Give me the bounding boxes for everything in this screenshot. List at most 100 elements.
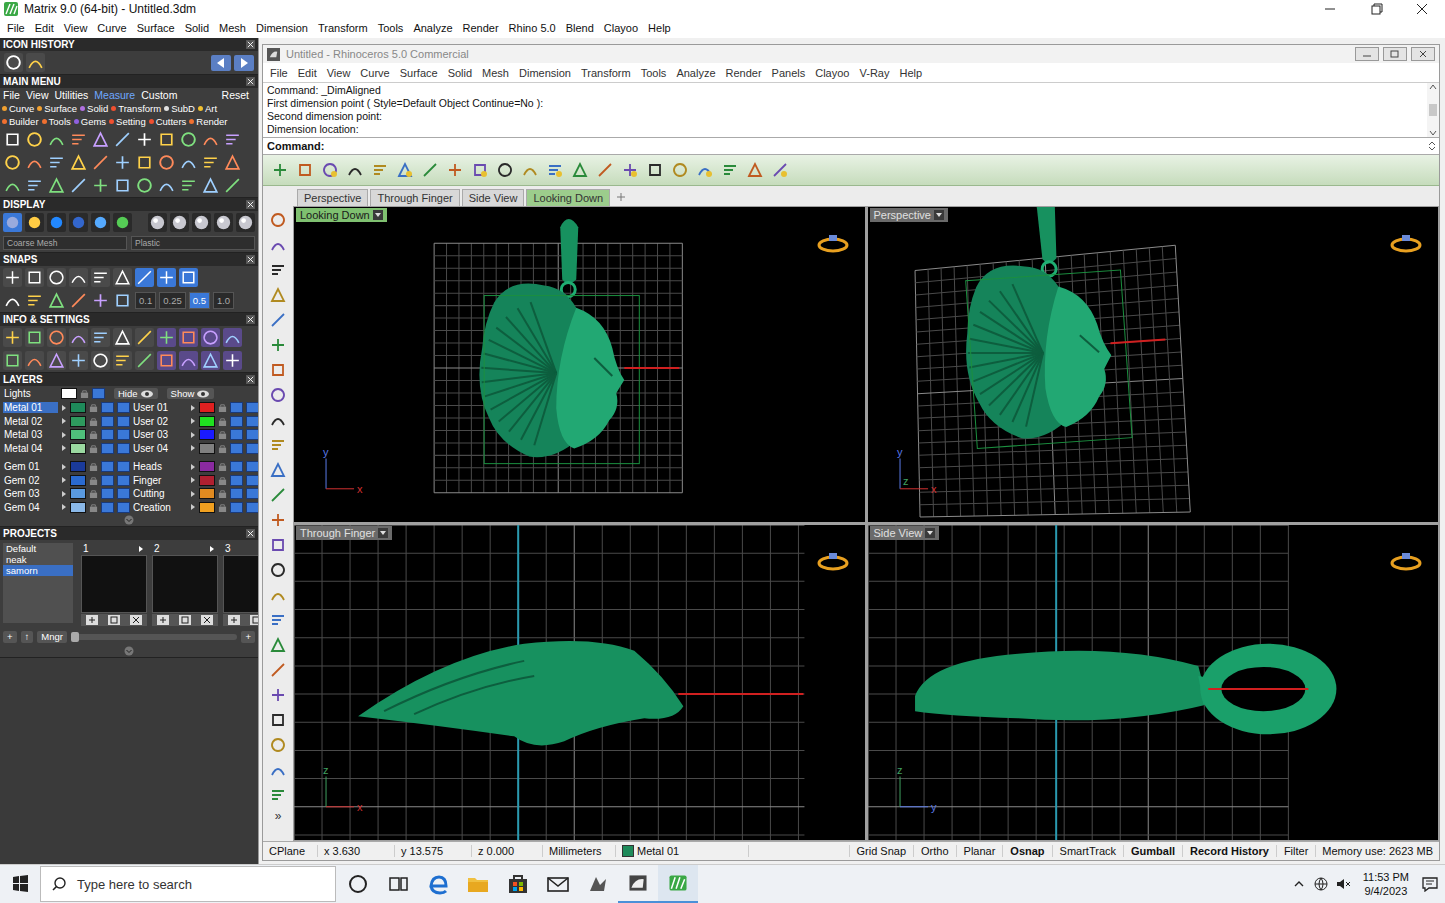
layer-color[interactable] <box>70 502 86 513</box>
layer-name[interactable]: User 02 <box>132 416 187 427</box>
viewport-tab[interactable]: Perspective <box>297 189 368 206</box>
viewport-canvas[interactable]: yx <box>294 207 865 522</box>
snap-icon[interactable] <box>113 268 132 287</box>
project-thumbnail[interactable]: 2 <box>152 543 218 626</box>
layer-color[interactable] <box>70 461 86 472</box>
tool-icon[interactable] <box>157 153 176 172</box>
snap-icon[interactable] <box>179 268 198 287</box>
lock-toggle[interactable] <box>246 443 259 454</box>
toolbar-icon[interactable] <box>267 634 289 656</box>
view-ring-icon[interactable] <box>815 229 851 257</box>
tool-icon[interactable] <box>201 176 220 195</box>
settings-icon[interactable] <box>179 328 198 347</box>
settings-icon[interactable] <box>69 351 88 370</box>
layer-name[interactable]: User 03 <box>132 429 187 440</box>
snap-option-icon[interactable] <box>113 291 132 310</box>
visibility-toggle[interactable] <box>230 502 243 513</box>
snap-step[interactable]: 0.5 <box>189 292 210 309</box>
expand-icon[interactable] <box>190 444 196 452</box>
visibility-toggle[interactable] <box>230 429 243 440</box>
snap-icon[interactable] <box>69 268 88 287</box>
snap-icon[interactable] <box>25 268 44 287</box>
category-item[interactable]: Solid <box>80 103 108 114</box>
visibility-toggle[interactable] <box>101 502 114 513</box>
tool-icon[interactable] <box>47 130 66 149</box>
snap-icon[interactable] <box>135 268 154 287</box>
toolbar-icon[interactable] <box>444 159 466 181</box>
pendant-model[interactable] <box>955 207 1171 449</box>
snap-icon[interactable] <box>47 268 66 287</box>
viewport-label[interactable]: Looking Down <box>296 208 387 222</box>
main-menu-tab[interactable]: Utilities <box>55 89 89 101</box>
toolbar-icon[interactable] <box>267 609 289 631</box>
toolbar-icon[interactable] <box>669 159 691 181</box>
project-item[interactable]: neak <box>3 554 73 565</box>
snap-option-icon[interactable] <box>25 291 44 310</box>
hide-button[interactable]: Hide <box>114 388 158 399</box>
lock-toggle[interactable] <box>117 502 130 513</box>
lock-icon[interactable] <box>89 462 98 471</box>
expand-icon[interactable] <box>61 431 67 439</box>
lock-icon[interactable] <box>218 403 227 412</box>
lock-toggle[interactable] <box>117 402 130 413</box>
lock-toggle[interactable] <box>246 461 259 472</box>
lock-icon[interactable] <box>89 503 98 512</box>
visibility-toggle[interactable] <box>101 443 114 454</box>
add-tab-icon[interactable] <box>614 191 628 203</box>
expand-icon[interactable] <box>61 404 67 412</box>
tool-icon[interactable] <box>3 153 22 172</box>
menu-item[interactable]: Curve <box>355 67 394 79</box>
volume-muted-icon[interactable] <box>1335 876 1351 892</box>
tool-icon[interactable] <box>223 130 242 149</box>
category-item[interactable]: Cutters <box>149 116 187 127</box>
expand-icon[interactable] <box>190 463 196 471</box>
menu-item[interactable]: Surface <box>395 67 443 79</box>
windows-start-icon[interactable] <box>0 865 40 903</box>
menu-item[interactable]: View <box>59 22 93 34</box>
lock-toggle[interactable] <box>117 416 130 427</box>
status-toggle[interactable]: Gumball <box>1123 845 1182 857</box>
add-icon[interactable] <box>157 615 169 625</box>
layer-color[interactable] <box>70 416 86 427</box>
close-icon[interactable] <box>246 529 255 538</box>
tool-icon[interactable] <box>135 153 154 172</box>
menu-item[interactable]: Blend <box>561 22 599 34</box>
toolbar-icon[interactable] <box>267 259 289 281</box>
toolbar-icon[interactable] <box>644 159 666 181</box>
layer-color[interactable] <box>199 488 215 499</box>
tool-icon[interactable] <box>25 153 44 172</box>
close-icon[interactable] <box>1399 0 1445 18</box>
visibility-toggle[interactable] <box>101 402 114 413</box>
project-item[interactable]: Default <box>3 543 73 554</box>
command-line[interactable]: Command: <box>263 137 1439 155</box>
category-item[interactable]: Curve <box>2 103 34 114</box>
material-dropdown[interactable]: Plastic <box>131 236 255 250</box>
layer-color[interactable] <box>70 475 86 486</box>
scroll-down-icon[interactable] <box>1428 129 1438 137</box>
close-icon[interactable] <box>1411 47 1435 61</box>
menu-item[interactable]: Solid <box>443 67 477 79</box>
menu-item[interactable]: View <box>322 67 356 79</box>
layer-name[interactable]: Creation <box>132 502 187 513</box>
layer-color[interactable] <box>199 475 215 486</box>
restore-icon[interactable] <box>1353 0 1399 18</box>
category-item[interactable]: Transform <box>111 103 161 114</box>
settings-icon[interactable] <box>223 328 242 347</box>
toolbar-icon[interactable] <box>469 159 491 181</box>
lock-icon[interactable] <box>80 389 89 398</box>
visibility-toggle[interactable] <box>101 488 114 499</box>
toolbar-icon[interactable] <box>267 434 289 456</box>
tool-icon[interactable] <box>157 130 176 149</box>
lock-icon[interactable] <box>218 430 227 439</box>
menu-item[interactable]: Analyze <box>408 22 457 34</box>
pendant-model[interactable] <box>479 219 679 464</box>
project-item[interactable]: samorn <box>3 565 73 576</box>
material-sphere-icon[interactable] <box>148 213 167 232</box>
clock[interactable]: 11:53 PM9/4/2023 <box>1357 870 1415 898</box>
tool-icon[interactable] <box>91 176 110 195</box>
layer-row[interactable]: Metal 04 <box>3 442 130 456</box>
mail-icon[interactable] <box>538 865 578 903</box>
expand-icon[interactable] <box>190 503 196 511</box>
toolbar-icon[interactable] <box>267 384 289 406</box>
main-menu-tab[interactable]: Measure <box>94 89 135 101</box>
